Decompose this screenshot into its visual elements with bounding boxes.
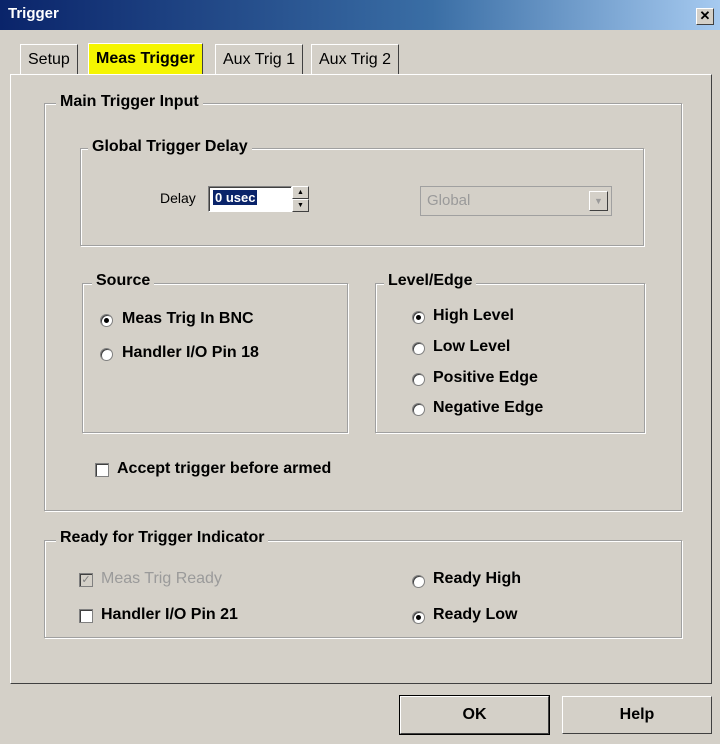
level-radio-negative[interactable] [412,403,425,416]
tab-aux-trig-2[interactable]: Aux Trig 2 [311,44,400,75]
chevron-down-icon[interactable]: ▼ [589,191,608,211]
level-radio-high[interactable] [412,311,425,324]
level-option-low[interactable]: Low Level [433,338,510,356]
close-icon[interactable]: ✕ [696,8,714,25]
level-radio-positive[interactable] [412,373,425,386]
level-option-positive[interactable]: Positive Edge [433,369,538,387]
spin-down-icon[interactable]: ▼ [292,199,309,212]
ready-group-label: Ready for Trigger Indicator [56,529,269,547]
level-edge-label: Level/Edge [384,272,477,290]
source-radio-bnc[interactable] [100,314,113,327]
ready-low-radio[interactable] [412,611,425,624]
delay-label: Delay [160,190,196,206]
level-option-high[interactable]: High Level [433,307,514,325]
source-option-pin18[interactable]: Handler I/O Pin 18 [122,344,259,362]
tab-setup[interactable]: Setup [20,44,78,75]
ok-button[interactable]: OK [400,696,549,734]
meas-trig-ready-label: Meas Trig Ready [101,570,222,587]
handler-pin21-checkbox[interactable] [79,609,93,623]
main-trigger-label: Main Trigger Input [56,93,203,111]
title-bar: Trigger ✕ [0,0,720,30]
source-label: Source [92,272,155,290]
help-button[interactable]: Help [562,696,712,734]
ready-high-radio[interactable] [412,575,425,588]
accept-trigger-checkbox[interactable] [95,463,109,477]
spin-up-icon[interactable]: ▲ [292,186,309,199]
level-option-negative[interactable]: Negative Edge [433,399,543,417]
global-delay-label: Global Trigger Delay [88,138,252,156]
delay-input[interactable]: 0 usec [208,186,292,212]
source-radio-pin18[interactable] [100,348,113,361]
delay-value: 0 usec [213,190,258,205]
scope-value: Global [427,192,471,209]
tab-aux-trig-1[interactable]: Aux Trig 1 [215,44,304,75]
source-option-bnc[interactable]: Meas Trig In BNC [122,310,254,328]
window-title: Trigger [8,5,59,22]
delay-spinner[interactable]: ▲ ▼ [292,186,309,212]
ready-low-label[interactable]: Ready Low [433,606,517,624]
handler-pin21-label[interactable]: Handler I/O Pin 21 [101,606,238,624]
meas-trig-ready-checkbox: ✓ [79,573,93,587]
level-radio-low[interactable] [412,342,425,355]
scope-select[interactable]: Global ▼ [420,186,612,216]
accept-trigger-label[interactable]: Accept trigger before armed [117,460,331,478]
ready-high-label[interactable]: Ready High [433,570,521,588]
tab-meas-trigger[interactable]: Meas Trigger [88,43,203,75]
